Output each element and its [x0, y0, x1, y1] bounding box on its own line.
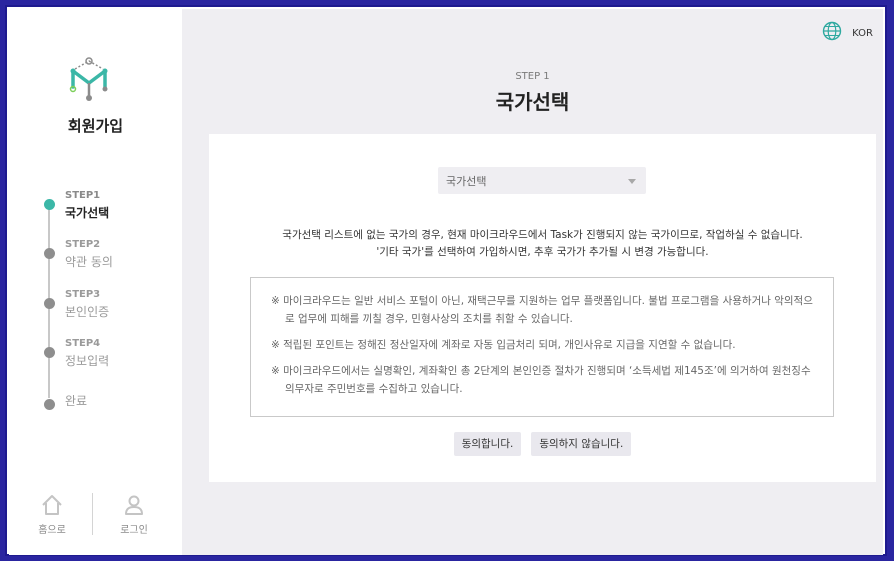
sidebar: 회원가입 STEP1 국가선택 STEP2 약관 동의 STEP3 본인인증 S…: [9, 9, 182, 555]
nav-divider: [92, 493, 93, 535]
step-number: STEP2: [65, 239, 101, 250]
language-code: KOR: [852, 28, 873, 39]
step-name: 완료: [65, 394, 88, 408]
home-button[interactable]: 홈으로: [22, 493, 82, 536]
step-dot: [44, 298, 55, 309]
login-label: 로그인: [120, 525, 148, 536]
signup-title: 회원가입: [67, 117, 124, 135]
step-label: STEP 1: [515, 71, 550, 82]
description-line: 국가선택 리스트에 없는 국가의 경우, 현재 마이크라우드에서 Task가 진…: [282, 229, 803, 241]
disagree-button[interactable]: 동의하지 않습니다.: [531, 432, 632, 456]
bottom-nav: 홈으로 로그인: [9, 489, 182, 549]
agreement-buttons: 동의합니다. 동의하지 않습니다.: [209, 432, 876, 456]
step-name: 약관 동의: [65, 255, 113, 269]
step-number: STEP4: [65, 338, 101, 349]
notice-box: ※ 마이크라우드는 일반 서비스 포털이 아닌, 재택근무를 지원하는 업무 플…: [250, 277, 834, 417]
step-number: STEP3: [65, 289, 101, 300]
notice-item: ※ 마이크라우드는 일반 서비스 포털이 아닌, 재택근무를 지원하는 업무 플…: [271, 295, 813, 325]
login-button[interactable]: 로그인: [104, 493, 164, 536]
step-name: 국가선택: [65, 206, 110, 220]
notice-item: ※ 마이크라우드에서는 실명확인, 계좌확인 총 2단계의 본인인증 절차가 진…: [271, 365, 811, 395]
step-name: 정보입력: [65, 354, 110, 368]
description-line: '기타 국가'를 선택하여 가입하시면, 추후 국가가 추가될 시 변경 가능합…: [376, 246, 709, 258]
chevron-down-icon: [628, 179, 636, 184]
step-dot: [44, 347, 55, 358]
language-selector[interactable]: KOR: [822, 21, 873, 41]
step-dot-active: [44, 199, 55, 210]
signup-page: 회원가입 STEP1 국가선택 STEP2 약관 동의 STEP3 본인인증 S…: [9, 9, 883, 555]
step-dot: [44, 248, 55, 259]
user-icon: [125, 495, 143, 515]
step-number: STEP1: [65, 190, 101, 201]
notice-item: ※ 적립된 포인트는 정해진 정산일자에 계좌로 자동 입금처리 되며, 개인사…: [271, 339, 736, 351]
content-panel: 국가선택 국가선택 리스트에 없는 국가의 경우, 현재 마이크라우드에서 Ta…: [209, 134, 876, 482]
home-label: 홈으로: [38, 525, 66, 536]
page-title: 국가선택: [495, 90, 570, 114]
step-dot: [44, 399, 55, 410]
home-icon: [42, 495, 62, 515]
main-content: KOR STEP 1 국가선택 국가선택 국가선택 리스트에 없는 국가의 경우…: [182, 9, 883, 555]
country-select[interactable]: 국가선택: [438, 167, 646, 194]
country-description: 국가선택 리스트에 없는 국가의 경우, 현재 마이크라우드에서 Task가 진…: [209, 227, 876, 261]
micro-crowd-logo[interactable]: [67, 53, 111, 101]
agree-button[interactable]: 동의합니다.: [453, 432, 522, 456]
country-select-value: 국가선택: [446, 175, 487, 188]
globe-icon: [822, 21, 842, 41]
step-name: 본인인증: [65, 305, 110, 319]
